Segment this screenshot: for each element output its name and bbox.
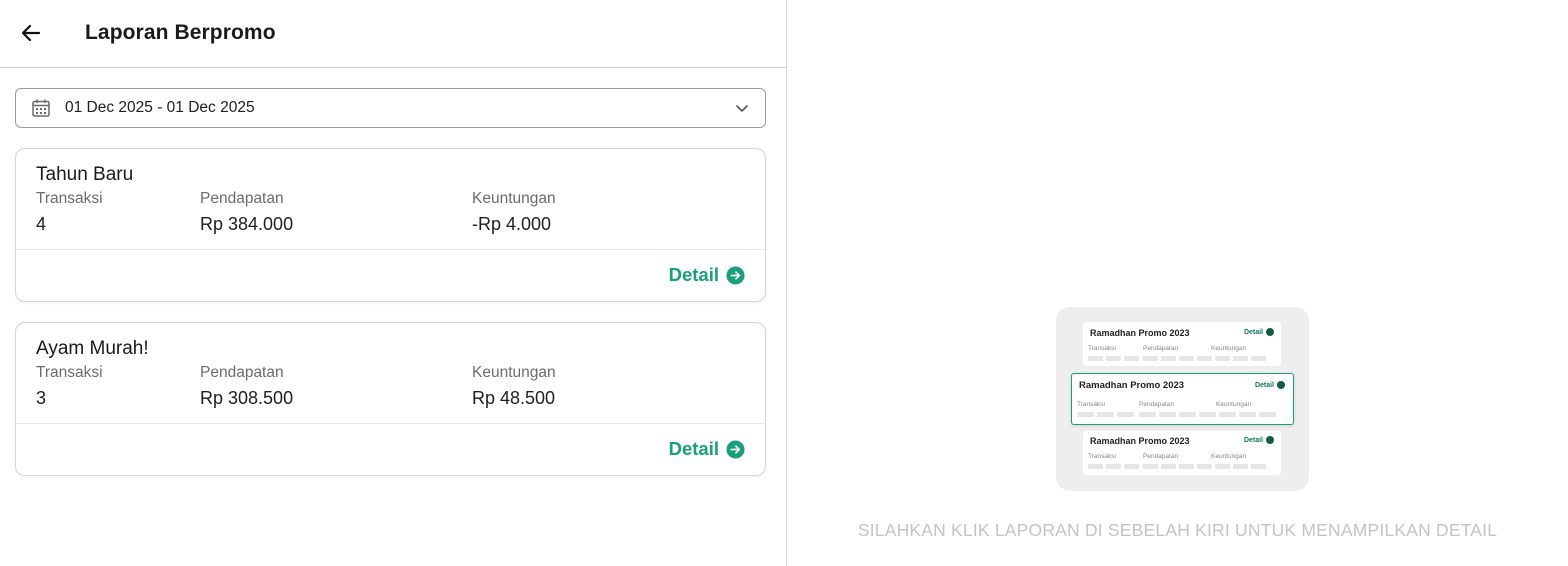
arrow-right-circle-icon — [726, 439, 745, 459]
illustration-placeholder-bar — [1179, 464, 1194, 469]
illustration-placeholder-bar — [1197, 356, 1212, 361]
date-range-picker[interactable]: 01 Dec 2025 - 01 Dec 2025 — [15, 88, 766, 128]
illustration-placeholder-bar — [1179, 356, 1194, 361]
illustration-card: Ramadhan Promo 2023 Detail Transaksi Pen… — [1083, 322, 1281, 366]
report-list-pane: Laporan Berpromo 01 Dec 2025 - 01 Dec 20… — [0, 0, 786, 566]
illustration-placeholder-bar — [1197, 464, 1212, 469]
illustration-detail: Detail — [1255, 381, 1285, 389]
pendapatan-label: Pendapatan — [200, 364, 284, 381]
illustration-placeholder-bar — [1106, 356, 1121, 361]
keuntungan-label: Keuntungan — [472, 364, 556, 381]
illustration-placeholder-bar — [1215, 464, 1230, 469]
transaksi-column: Transaksi 3 — [36, 363, 103, 409]
calendar-icon — [32, 99, 50, 117]
keuntungan-value: Rp 48.500 — [472, 388, 556, 408]
illustration-card: Ramadhan Promo 2023 Detail Transaksi Pen… — [1083, 431, 1281, 475]
illustration-card-title: Ramadhan Promo 2023 — [1079, 380, 1185, 391]
illustration-col-label: Pendapatan — [1139, 401, 1175, 408]
date-range-value: 01 Dec 2025 - 01 Dec 2025 — [65, 99, 255, 116]
illustration-placeholder-bar — [1124, 356, 1139, 361]
empty-state-message: SILAHKAN KLIK LAPORAN DI SEBELAH KIRI UN… — [857, 520, 1498, 540]
illustration-placeholder-bar — [1233, 356, 1248, 361]
arrow-right-circle-icon — [1266, 328, 1274, 336]
illustration-placeholder-bar — [1233, 464, 1248, 469]
illustration-placeholder-bar — [1179, 412, 1196, 417]
report-name: Tahun Baru — [36, 164, 134, 185]
transaksi-label: Transaksi — [36, 190, 103, 207]
chevron-down-icon — [736, 105, 748, 112]
pendapatan-column: Pendapatan Rp 384.000 — [200, 189, 293, 235]
report-name: Ayam Murah! — [36, 338, 149, 359]
back-button[interactable] — [16, 18, 46, 48]
detail-label: Detail — [668, 264, 719, 285]
illustration-detail-label: Detail — [1243, 328, 1263, 336]
pendapatan-label: Pendapatan — [200, 190, 284, 207]
illustration-detail-label: Detail — [1243, 436, 1263, 444]
illustration-detail: Detail — [1244, 328, 1274, 336]
illustration-placeholder-bar — [1161, 356, 1176, 361]
illustration-placeholder-bar — [1239, 412, 1256, 417]
illustration-placeholder-bar — [1106, 464, 1121, 469]
detail-label: Detail — [668, 438, 719, 459]
card-divider — [16, 249, 765, 250]
illustration-placeholder-bar — [1215, 356, 1230, 361]
arrow-right-circle-icon — [1266, 436, 1274, 444]
transaksi-value: 3 — [36, 388, 47, 408]
illustration-placeholder-bar — [1159, 412, 1176, 417]
illustration-placeholder-bar — [1124, 464, 1139, 469]
illustration-card-title: Ramadhan Promo 2023 — [1090, 328, 1190, 338]
illustration-placeholder-bar — [1251, 356, 1266, 361]
page-title: Laporan Berpromo — [85, 21, 276, 44]
illustration-detail: Detail — [1244, 436, 1274, 444]
arrow-right-circle-icon — [726, 265, 745, 285]
illustration-placeholder-bar — [1143, 464, 1158, 469]
empty-state-illustration: Ramadhan Promo 2023 Detail Transaksi Pen… — [1056, 307, 1309, 491]
illustration-placeholder-bar — [1251, 464, 1266, 469]
illustration-card-selected: Ramadhan Promo 2023 Detail Transaksi Pen… — [1071, 373, 1294, 425]
illustration-placeholder-bar — [1199, 412, 1216, 417]
illustration-placeholder-bar — [1143, 356, 1158, 361]
illustration-detail-label: Detail — [1254, 381, 1274, 389]
illustration-placeholder-bar — [1259, 412, 1276, 417]
illustration-placeholder-bar — [1139, 412, 1156, 417]
detail-pane: Ramadhan Promo 2023 Detail Transaksi Pen… — [787, 0, 1568, 566]
illustration-placeholder-bar — [1117, 412, 1134, 417]
illustration-placeholder-bar — [1077, 412, 1094, 417]
pendapatan-value: Rp 384.000 — [200, 214, 294, 234]
illustration-col-label: Transaksi — [1077, 401, 1105, 408]
transaksi-label: Transaksi — [36, 364, 103, 381]
page-header: Laporan Berpromo — [0, 0, 786, 68]
illustration-card-title: Ramadhan Promo 2023 — [1090, 436, 1190, 446]
illustration-col-label: Transaksi — [1088, 345, 1116, 352]
keuntungan-value: -Rp 4.000 — [472, 214, 552, 234]
keuntungan-label: Keuntungan — [472, 190, 556, 207]
illustration-col-label: Keuntungan — [1211, 345, 1247, 352]
detail-button[interactable]: Detail — [669, 264, 745, 286]
report-card[interactable]: Ayam Murah! Transaksi 3 Pendapatan Rp 30… — [15, 322, 766, 476]
arrow-left-icon — [21, 24, 41, 42]
illustration-col-label: Transaksi — [1088, 453, 1116, 460]
keuntungan-column: Keuntungan Rp 48.500 — [472, 363, 556, 409]
illustration-col-label: Pendapatan — [1143, 345, 1179, 352]
illustration-placeholder-bar — [1097, 412, 1114, 417]
illustration-placeholder-bar — [1161, 464, 1176, 469]
illustration-placeholder-bar — [1088, 464, 1103, 469]
illustration-placeholder-bar — [1088, 356, 1103, 361]
transaksi-value: 4 — [36, 214, 47, 234]
report-card[interactable]: Tahun Baru Transaksi 4 Pendapatan Rp 384… — [15, 148, 766, 302]
detail-button[interactable]: Detail — [669, 438, 745, 460]
pendapatan-value: Rp 308.500 — [200, 388, 294, 408]
arrow-right-circle-icon — [1277, 381, 1285, 389]
illustration-col-label: Pendapatan — [1143, 453, 1179, 460]
keuntungan-column: Keuntungan -Rp 4.000 — [472, 189, 556, 235]
illustration-col-label: Keuntungan — [1216, 401, 1252, 408]
illustration-col-label: Keuntungan — [1211, 453, 1247, 460]
illustration-placeholder-bar — [1219, 412, 1236, 417]
card-divider — [16, 423, 765, 424]
pendapatan-column: Pendapatan Rp 308.500 — [200, 363, 293, 409]
transaksi-column: Transaksi 4 — [36, 189, 103, 235]
